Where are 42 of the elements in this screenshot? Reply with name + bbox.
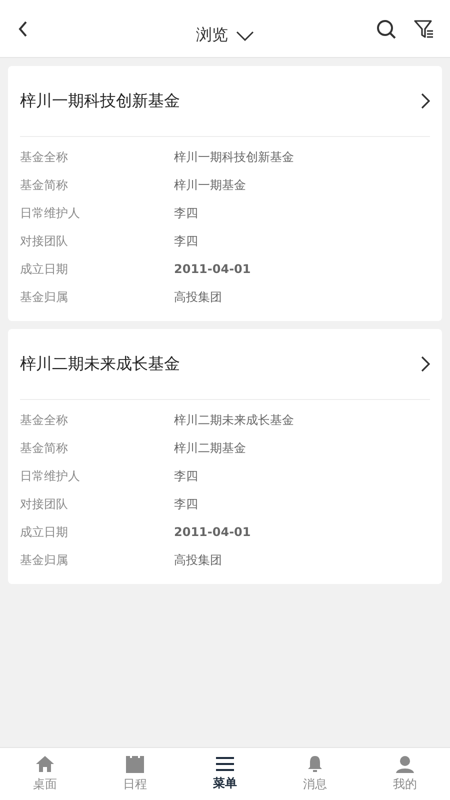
field-label: 日常维护人 [20, 204, 81, 222]
calendar-icon [126, 755, 144, 773]
menu-icon [215, 756, 235, 772]
field-value: 2011-04-01 [174, 525, 251, 539]
field-value: 李四 [174, 468, 198, 484]
field-value: 李四 [174, 232, 198, 250]
field-value: 李四 [174, 496, 198, 512]
field-label: 成立日期 [20, 260, 69, 278]
chevron-down-icon [236, 30, 254, 40]
fund-card[interactable]: 梓川一期科技创新基金 基金全称 梓川一期科技创新基金 基金简称 梓川一期基金 日常维护人 李四 对接团队 李四 成立日期 2011-04-01 基金归属 高投集团 [8, 66, 442, 321]
home-icon [35, 755, 55, 773]
fund-card[interactable]: 梓川二期未来成长基金 基金全称 梓川二期未来成长基金 基金简称 梓川二期基金 日常维护人 李四 对接团队 李四 成立日期 2011-04-01 基金归属 高投集团 [8, 329, 442, 584]
field-value: 梓川一期基金 [174, 176, 246, 194]
field-value: 2011-04-01 [174, 262, 251, 276]
field-label: 基金归属 [20, 552, 69, 568]
field-label: 基金归属 [20, 288, 69, 306]
field-label: 对接团队 [20, 232, 69, 250]
search-icon[interactable] [376, 18, 396, 38]
bell-icon [307, 755, 323, 773]
field-label: 基金简称 [20, 176, 69, 194]
chevron-right-icon [421, 93, 430, 109]
field-label: 基金简称 [20, 440, 69, 456]
field-value: 梓川二期基金 [174, 440, 246, 456]
user-icon [395, 755, 415, 773]
filter-icon[interactable] [414, 18, 434, 38]
fund-name: 梓川二期未来成长基金 [20, 354, 180, 374]
field-label: 日常维护人 [20, 468, 81, 484]
tab-bar-item[interactable]: 我的 [360, 748, 450, 800]
field-label: 基金全称 [20, 412, 69, 428]
field-value: 李四 [174, 204, 198, 222]
back-icon[interactable] [18, 20, 28, 36]
field-label: 成立日期 [20, 524, 69, 540]
field-label: 对接团队 [20, 496, 69, 512]
fund-name: 梓川一期科技创新基金 [20, 90, 180, 112]
view-dropdown[interactable]: 浏览 [196, 25, 254, 46]
field-value: 高投集团 [174, 288, 222, 306]
field-value: 高投集团 [174, 552, 222, 568]
tab-bar-item[interactable]: 菜单 [180, 748, 270, 800]
field-value: 梓川一期科技创新基金 [174, 148, 294, 166]
field-value: 梓川二期未来成长基金 [174, 412, 294, 428]
field-label: 基金全称 [20, 148, 69, 166]
chevron-right-icon [421, 356, 430, 372]
